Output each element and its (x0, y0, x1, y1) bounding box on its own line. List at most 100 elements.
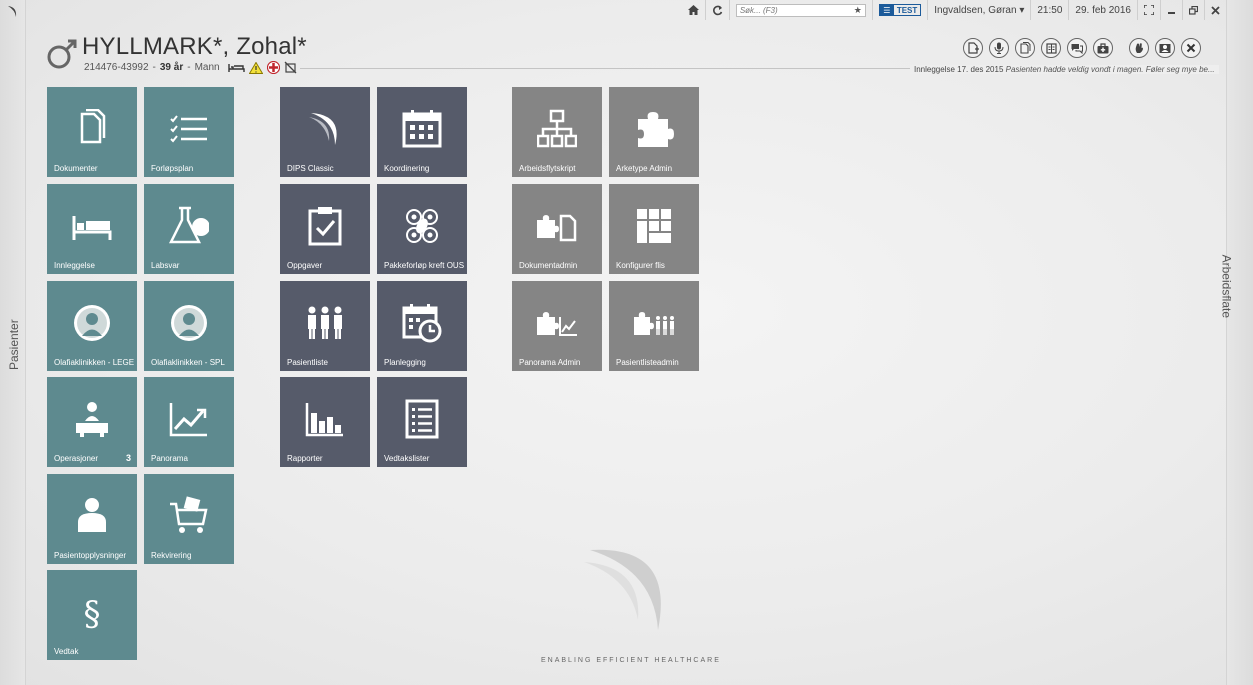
tile-label: Arketype Admin (616, 164, 673, 173)
user-menu[interactable]: Ingvaldsen, Gøran ▾ (927, 0, 1030, 20)
medical-cross-icon[interactable] (266, 61, 280, 74)
refresh-button[interactable] (704, 0, 729, 20)
documents-icon (1019, 42, 1030, 54)
hand-icon (1135, 43, 1143, 53)
tile-label: Forløpsplan (151, 164, 194, 173)
tile-dokumenter[interactable]: Dokumenter (47, 87, 137, 177)
tile-label: Vedtak (54, 647, 79, 656)
separator: - (152, 62, 156, 73)
puzzle-document-icon (537, 214, 577, 242)
messages-button[interactable] (1067, 38, 1087, 58)
chat-icon (1071, 43, 1083, 54)
tile-vedtak[interactable]: § Vedtak (47, 570, 137, 660)
tile-rapporter[interactable]: Rapporter (280, 377, 370, 467)
documents-button[interactable] (1015, 38, 1035, 58)
tile-forlopsplan[interactable]: Forløpsplan (144, 87, 234, 177)
tile-label: Pasientopplysninger (54, 551, 127, 560)
tile-label: Panorama (151, 454, 188, 463)
tile-pakkeforlop[interactable]: Pakkeforløp kreft OUS (377, 184, 467, 274)
bed-icon[interactable] (227, 63, 245, 73)
fullscreen-button[interactable] (1137, 0, 1160, 20)
sidebar-label-arbeidsflate: Arbeidsflate (1219, 254, 1233, 318)
tile-koordinering[interactable]: Koordinering (377, 87, 467, 177)
minimize-icon (1168, 11, 1175, 14)
tile-label: Dokumenter (54, 164, 98, 173)
app-window: Pasienter Arbeidsflate ★ ☰ TEST Ingvalds… (0, 0, 1253, 685)
documents-icon (80, 109, 106, 144)
nurse-portrait-icon (171, 305, 207, 341)
caregiver-button[interactable] (1129, 38, 1149, 58)
tile-dips-classic[interactable]: DIPS Classic (280, 87, 370, 177)
new-document-button[interactable] (963, 38, 983, 58)
tile-label: Vedtakslister (384, 454, 430, 463)
tile-olafia-spl[interactable]: Olafiaklinikken - SPL (144, 281, 234, 371)
no-reservation-icon[interactable] (284, 61, 297, 74)
puzzle-icon (638, 112, 674, 147)
restore-button[interactable] (1182, 0, 1204, 20)
people-group-icon (308, 306, 342, 339)
tile-label: Olafiaklinikken - LEGE (54, 358, 135, 367)
person-icon (78, 498, 106, 532)
microphone-icon (994, 42, 1004, 54)
user-name: Ingvaldsen, Gøran ▾ (934, 4, 1025, 16)
close-window-button[interactable] (1204, 0, 1226, 20)
tile-labsvar[interactable]: Labsvar (144, 184, 234, 274)
patient-card-icon (1159, 43, 1171, 53)
tile-label: Innleggelse (54, 261, 95, 270)
search-box: ★ (735, 3, 866, 17)
clock: 21:50 (1030, 0, 1068, 20)
tile-pasientliste[interactable]: Pasientliste (280, 281, 370, 371)
patient-id: 214476-43992 (84, 62, 149, 73)
bar-chart-icon (305, 403, 343, 437)
chart-button[interactable] (1041, 38, 1061, 58)
tile-label: Operasjoner (54, 454, 99, 463)
tile-innleggelse[interactable]: Innleggelse (47, 184, 137, 274)
tile-operasjoner[interactable]: Operasjoner 3 (47, 377, 137, 467)
tile-label: Labsvar (151, 261, 180, 270)
home-button[interactable] (682, 0, 705, 20)
patient-actions (963, 38, 1201, 58)
trend-chart-icon (169, 403, 207, 437)
tile-label: Rekvirering (151, 551, 192, 560)
cells-icon (406, 209, 438, 243)
tile-vedtakslister[interactable]: Vedtakslister (377, 377, 467, 467)
date-label: 29. feb 2016 (1075, 4, 1131, 16)
star-icon[interactable]: ★ (854, 5, 862, 16)
patient-sidebar[interactable]: Pasienter (0, 0, 26, 685)
tile-label: Pakkeforløp kreft OUS (384, 261, 465, 270)
tile-arketype-admin[interactable]: Arketype Admin (609, 87, 699, 177)
minimize-button[interactable] (1160, 0, 1182, 20)
date-display: 29. feb 2016 (1068, 0, 1137, 20)
tile-pasientlisteadmin[interactable]: Pasientlisteadmin (609, 281, 699, 371)
admission-summary[interactable]: Innleggelse 17. des 2015 Pasienten hadde… (910, 65, 1219, 74)
tile-dokumentadmin[interactable]: Dokumentadmin (512, 184, 602, 274)
list-document-icon (405, 399, 439, 439)
warning-icon[interactable] (248, 61, 263, 74)
patient-info: 214476-43992 - 39 år - Mann (84, 61, 297, 74)
svg-text:§: § (84, 594, 101, 632)
close-patient-button[interactable] (1181, 38, 1201, 58)
book-icon (1045, 42, 1057, 54)
tile-panorama-admin[interactable]: Panorama Admin (512, 281, 602, 371)
tile-konfigurer-flis[interactable]: Konfigurer flis (609, 184, 699, 274)
workspace-sidebar[interactable]: Arbeidsflate (1219, 0, 1253, 685)
search-container: ★ (728, 0, 872, 20)
search-input[interactable] (739, 5, 850, 15)
tile-arbeidsflytskript[interactable]: Arbeidsflytskript (512, 87, 602, 177)
env-label: TEST (896, 5, 918, 15)
tile-label: Olafiaklinikken - SPL (151, 358, 225, 367)
tile-panorama[interactable]: Panorama (144, 377, 234, 467)
patient-name[interactable]: HYLLMARK*, Zohal* (82, 33, 307, 61)
test-badge: ☰ TEST (878, 4, 922, 16)
calendar-icon (402, 110, 442, 148)
tile-planlegging[interactable]: Planlegging (377, 281, 467, 371)
medical-kit-button[interactable] (1093, 38, 1113, 58)
tile-pasientopplysninger[interactable]: Pasientopplysninger (47, 474, 137, 564)
tile-olafia-lege[interactable]: Olafiaklinikken - LEGE (47, 281, 137, 371)
dictation-button[interactable] (989, 38, 1009, 58)
patient-card-button[interactable] (1155, 38, 1175, 58)
tile-rekvirering[interactable]: Rekvirering (144, 474, 234, 564)
lab-flask-icon (169, 206, 209, 244)
tile-oppgaver[interactable]: Oppgaver (280, 184, 370, 274)
